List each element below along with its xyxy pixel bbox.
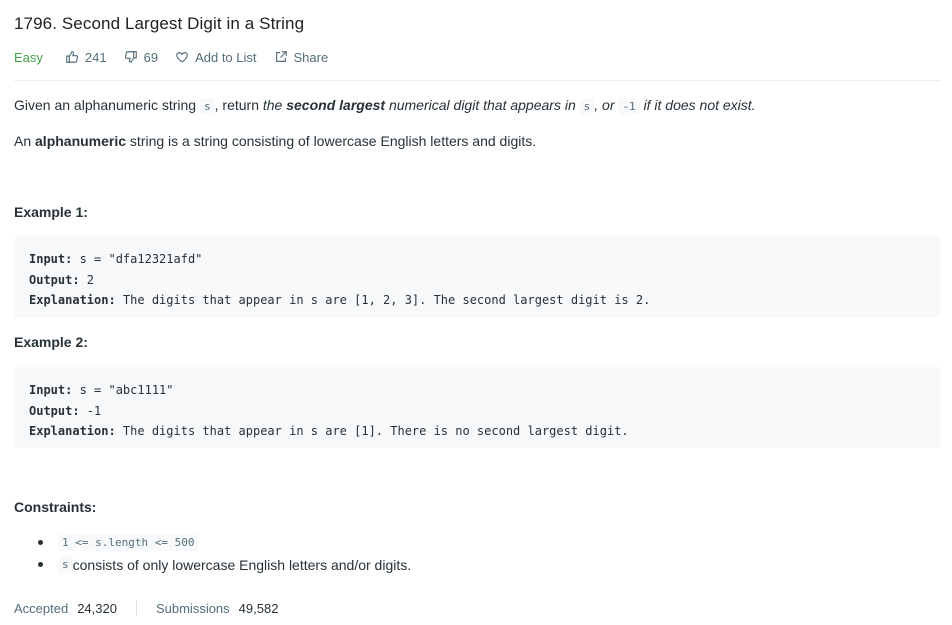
input-value: s = "dfa12321afd"	[72, 252, 203, 266]
inline-code: s	[200, 98, 215, 115]
constraint-item: s consists of only lowercase English let…	[38, 556, 411, 573]
add-to-list-label: Add to List	[195, 49, 257, 65]
output-value: 2	[79, 272, 95, 287]
output-value: -1	[79, 403, 102, 418]
description-paragraph-2: An alphanumeric string is a string consi…	[14, 133, 536, 149]
explanation-value: The digits that appear in s are [1, 2, 3…	[115, 293, 651, 307]
desc-text: , or	[594, 97, 619, 113]
share-button[interactable]: Share	[274, 49, 329, 65]
dislike-count: 69	[143, 49, 159, 65]
problem-meta-bar: Easy 241 69 Add to List Share	[14, 48, 345, 66]
submission-stats: Accepted 24,320 Submissions 49,582	[14, 600, 278, 616]
accepted-value: 24,320	[77, 600, 117, 616]
desc-text: numerical digit that appears in	[385, 97, 580, 113]
description-paragraph-1: Given an alphanumeric string s, return t…	[14, 97, 756, 115]
inline-code: s	[579, 98, 595, 115]
explanation-label: Explanation:	[29, 293, 116, 307]
like-count: 241	[84, 49, 107, 65]
header-divider	[14, 80, 940, 81]
example-2-heading: Example 2:	[14, 334, 88, 350]
input-label: Input:	[29, 252, 73, 266]
desc-text: the	[262, 97, 287, 113]
heart-icon	[176, 52, 188, 63]
output-label: Output:	[29, 272, 80, 287]
example-1-block: Input: s = "dfa12321afd" Output: 2 Expla…	[14, 236, 940, 318]
desc-text: string is a string consisting of lowerca…	[126, 133, 537, 149]
constraint-text: consists of only lowercase English lette…	[72, 556, 412, 573]
dislike-button[interactable]: 69	[124, 50, 158, 65]
like-button[interactable]: 241	[65, 50, 107, 65]
example-1-heading: Example 1:	[14, 204, 88, 220]
explanation-value: The digits that appear in s are [1]. The…	[115, 424, 629, 438]
input-label: Input:	[29, 383, 73, 397]
constraints-heading: Constraints:	[14, 499, 97, 515]
inline-code: 1 <= s.length <= 500	[58, 534, 199, 551]
constraint-item: 1 <= s.length <= 500	[38, 534, 199, 551]
desc-bold: alphanumeric	[35, 133, 127, 149]
desc-text: An	[14, 133, 36, 149]
inline-code: -1	[618, 98, 640, 115]
problem-title: 1796. Second Largest Digit in a String	[14, 14, 305, 33]
add-to-list-button[interactable]: Add to List	[175, 49, 257, 65]
stats-divider	[135, 600, 137, 616]
desc-text: , return	[214, 97, 263, 113]
share-icon	[275, 51, 287, 62]
desc-emphasis: the second largest numerical digit that …	[262, 97, 756, 115]
share-label: Share	[293, 49, 329, 65]
example-2-block: Input: s = "abc1111" Output: -1 Explanat…	[14, 367, 940, 448]
submissions-value: 49,582	[238, 600, 279, 616]
thumbs-down-icon	[124, 51, 137, 63]
desc-text: Given an alphanumeric string	[14, 97, 200, 113]
accepted-label: Accepted	[14, 600, 69, 616]
desc-bold: second largest	[286, 97, 386, 113]
input-value: s = "abc1111"	[72, 383, 174, 397]
difficulty-badge: Easy	[14, 49, 43, 65]
desc-text: if it does not exist.	[639, 97, 756, 113]
explanation-label: Explanation:	[29, 424, 116, 438]
inline-code: s	[58, 556, 73, 573]
output-label: Output:	[29, 403, 80, 418]
thumbs-up-icon	[66, 51, 79, 63]
submissions-label: Submissions	[155, 600, 230, 616]
